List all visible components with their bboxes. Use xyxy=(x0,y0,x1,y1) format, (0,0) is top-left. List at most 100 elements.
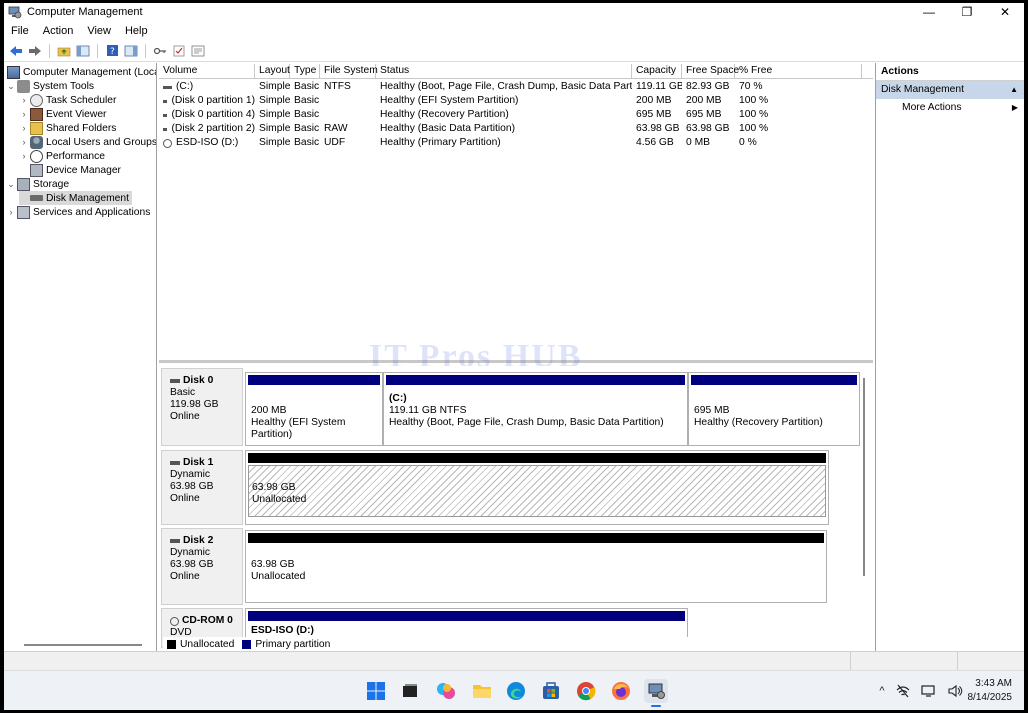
disk-view-vertical-scrollbar[interactable] xyxy=(863,378,865,576)
tree-horizontal-scrollbar[interactable] xyxy=(24,644,142,646)
tree-item-device-manager[interactable]: Device Manager xyxy=(19,163,121,177)
display-icon[interactable] xyxy=(920,684,937,698)
table-row[interactable]: (Disk 2 partition 2) Simple Basic RAW He… xyxy=(159,122,873,136)
disk-management-icon xyxy=(30,195,43,201)
chevron-right-icon[interactable]: › xyxy=(6,207,16,217)
column-header-percent-free[interactable]: % Free xyxy=(735,64,862,78)
partition-disk2-unallocated[interactable]: 63.98 GB Unallocated xyxy=(245,530,827,603)
show-hide-tree-button[interactable] xyxy=(75,43,91,59)
volume-drive-icon xyxy=(163,85,172,89)
column-header-volume[interactable]: Volume xyxy=(159,64,255,78)
maximize-button[interactable]: ❐ xyxy=(948,3,986,21)
check-button[interactable] xyxy=(171,43,187,59)
firefox-button[interactable] xyxy=(609,679,633,703)
forward-button[interactable] xyxy=(27,43,43,59)
chevron-down-icon[interactable]: ⌄ xyxy=(6,81,16,92)
disk-1-label[interactable]: Disk 1 Dynamic 63.98 GB Online xyxy=(161,450,243,525)
chevron-right-icon[interactable]: › xyxy=(19,137,29,147)
tree-item-services-applications[interactable]: › Services and Applications xyxy=(6,205,150,219)
device-manager-icon xyxy=(30,163,43,177)
minimize-button[interactable]: — xyxy=(910,3,948,21)
connect-button[interactable] xyxy=(152,43,168,59)
tree-item-event-viewer[interactable]: › Event Viewer xyxy=(19,107,106,121)
chevron-right-icon[interactable]: › xyxy=(19,109,29,119)
disk-0-label[interactable]: Disk 0 Basic 119.98 GB Online xyxy=(161,368,243,446)
chevron-right-icon[interactable]: › xyxy=(19,123,29,133)
column-header-layout[interactable]: Layout xyxy=(255,64,290,78)
menu-bar: File Action View Help xyxy=(4,22,155,39)
start-button[interactable] xyxy=(364,679,388,703)
forward-arrow-icon xyxy=(29,45,41,56)
close-button[interactable]: ✕ xyxy=(986,3,1024,21)
show-hide-action-pane-button[interactable] xyxy=(123,43,139,59)
volume-drive-icon xyxy=(163,99,168,103)
chevron-right-icon[interactable]: › xyxy=(19,95,29,105)
column-header-type[interactable]: Type xyxy=(290,64,320,78)
more-actions-item[interactable]: More Actions ▶ xyxy=(876,99,1024,117)
chrome-icon xyxy=(577,682,596,701)
computer-management-icon xyxy=(648,683,665,699)
partition-disk1-unallocated[interactable]: 63.98 GB Unallocated xyxy=(245,450,829,525)
table-row[interactable]: (Disk 0 partition 1) Simple Basic Health… xyxy=(159,94,873,108)
folder-up-icon xyxy=(57,47,71,56)
clock-icon xyxy=(30,93,43,107)
tree-item-storage[interactable]: ⌄ Storage xyxy=(6,177,69,191)
actions-section-disk-management[interactable]: Disk Management ▲ xyxy=(876,81,1024,99)
edge-button[interactable] xyxy=(504,679,528,703)
tree-item-disk-management[interactable]: Disk Management xyxy=(19,191,132,205)
properties-icon xyxy=(191,45,205,56)
volume-drive-icon xyxy=(163,113,168,117)
store-button[interactable] xyxy=(539,679,563,703)
properties-button[interactable] xyxy=(190,43,206,59)
tree-item-system-tools[interactable]: ⌄ System Tools xyxy=(6,79,94,93)
chrome-button[interactable] xyxy=(574,679,598,703)
tree-item-local-users-groups[interactable]: › Local Users and Groups xyxy=(19,135,156,149)
back-button[interactable] xyxy=(8,43,24,59)
task-view-icon xyxy=(403,684,417,697)
menu-file[interactable]: File xyxy=(4,25,36,37)
tree-item-shared-folders[interactable]: › Shared Folders xyxy=(19,121,116,135)
up-folder-button[interactable] xyxy=(56,43,72,59)
volume-list-header: Volume Layout Type File System Status Ca… xyxy=(159,64,873,79)
volume-icon[interactable] xyxy=(947,684,963,698)
partition-disk0-recovery[interactable]: 695 MB Healthy (Recovery Partition) xyxy=(688,372,860,446)
partition-disk0-c[interactable]: (C:) 119.11 GB NTFS Healthy (Boot, Page … xyxy=(383,372,688,446)
unallocated-swatch xyxy=(167,639,176,649)
chevron-down-icon[interactable]: ⌄ xyxy=(6,179,16,190)
column-header-status[interactable]: Status xyxy=(376,64,632,78)
computer-management-taskbar-button[interactable] xyxy=(644,679,668,707)
event-viewer-icon xyxy=(30,107,43,121)
column-header-free-space[interactable]: Free Space xyxy=(682,64,739,78)
chevron-right-icon[interactable]: › xyxy=(19,151,29,161)
services-icon xyxy=(17,205,30,219)
table-row[interactable]: (C:) Simple Basic NTFS Healthy (Boot, Pa… xyxy=(159,80,873,94)
network-disconnected-icon[interactable] xyxy=(895,684,911,698)
disk-management-pane: Volume Layout Type File System Status Ca… xyxy=(159,63,873,651)
menu-view[interactable]: View xyxy=(80,25,118,37)
menu-action[interactable]: Action xyxy=(36,25,81,37)
firefox-icon xyxy=(612,682,630,700)
menu-help[interactable]: Help xyxy=(118,25,155,37)
taskbar-clock[interactable]: 3:43 AM 8/14/2025 xyxy=(968,677,1025,705)
computer-management-icon xyxy=(7,65,20,79)
collapse-arrow-icon[interactable]: ▲ xyxy=(1010,81,1018,99)
back-arrow-icon xyxy=(10,45,22,56)
help-icon: ? xyxy=(106,45,118,57)
edge-icon xyxy=(507,682,525,700)
file-explorer-button[interactable] xyxy=(470,679,494,703)
table-row[interactable]: (Disk 0 partition 4) Simple Basic Health… xyxy=(159,108,873,122)
column-header-capacity[interactable]: Capacity xyxy=(632,64,682,78)
task-view-button[interactable] xyxy=(398,679,422,703)
tree-item-performance[interactable]: › Performance xyxy=(19,149,105,163)
toolbar: ? xyxy=(4,40,1024,62)
column-header-file-system[interactable]: File System xyxy=(320,64,378,78)
copilot-button[interactable] xyxy=(434,679,458,703)
disk-2-label[interactable]: Disk 2 Dynamic 63.98 GB Online xyxy=(161,528,243,605)
tree-item-computer-management[interactable]: Computer Management (Local) xyxy=(6,65,156,79)
help-button[interactable]: ? xyxy=(104,43,120,59)
tree-item-task-scheduler[interactable]: › Task Scheduler xyxy=(19,93,116,107)
console-tree-icon xyxy=(76,45,90,56)
partition-disk0-efi[interactable]: 200 MB Healthy (EFI System Partition) xyxy=(245,372,383,446)
show-hidden-icons-chevron[interactable]: ^ xyxy=(879,685,884,697)
table-row[interactable]: ESD-ISO (D:) Simple Basic UDF Healthy (P… xyxy=(159,136,873,150)
